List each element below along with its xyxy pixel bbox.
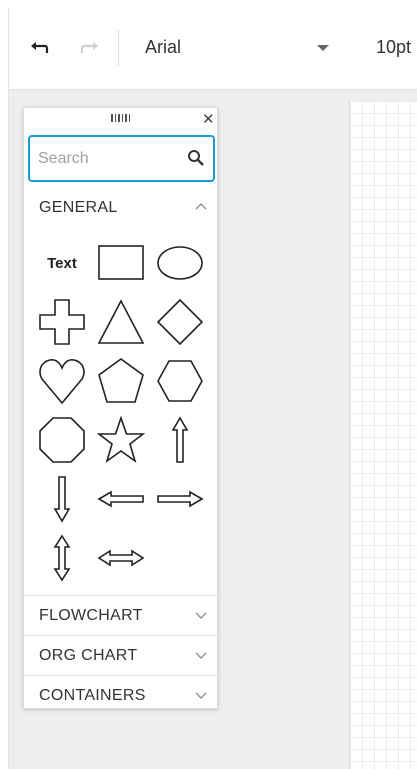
undo-icon [31,42,49,53]
ellipse-shape[interactable] [155,238,205,288]
section-flowchart[interactable]: FLOWCHART [24,595,217,635]
arrow-up-shape[interactable] [155,415,205,465]
search-input[interactable]: Search [28,135,215,182]
search-icon[interactable] [187,149,205,167]
rectangle-icon [98,245,144,280]
section-general[interactable]: GENERAL [24,188,217,228]
text-shape[interactable]: Text [37,238,87,288]
heart-shape[interactable] [37,356,87,406]
font-family-dropdown-icon[interactable] [317,45,329,51]
redo-icon [80,42,98,53]
font-size-select[interactable]: 10pt [376,37,411,58]
plus-icon [39,299,85,345]
close-icon[interactable]: ✕ [202,110,215,128]
section-general-label: GENERAL [39,199,118,216]
pentagon-shape[interactable] [96,356,146,406]
rectangle-shape[interactable] [96,238,146,288]
drag-handle-icon[interactable] [111,114,132,122]
section-org-chart[interactable]: ORG CHART [24,635,217,675]
app-frame: Arial 10pt ✕ Search GENERAL Text FLOWCHA… [8,8,417,769]
section-flowchart-label: FLOWCHART [39,607,143,624]
hexagon-icon [157,360,203,402]
arrow-up-down-shape[interactable] [37,533,87,583]
hexagon-shape[interactable] [155,356,205,406]
arrow-left-shape[interactable] [96,474,146,524]
star-shape[interactable] [96,415,146,465]
chevron-down-icon [195,652,207,659]
star-icon [97,416,145,463]
arrow-left-right-shape[interactable] [96,533,146,583]
chevron-up-icon [195,203,207,210]
toolbar-separator [118,30,119,66]
plus-shape[interactable] [37,297,87,347]
arrow-down-icon [53,476,71,523]
chevron-down-icon [195,692,207,699]
section-containers-label: CONTAINERS [39,687,146,704]
diamond-shape[interactable] [155,297,205,347]
search-placeholder: Search [38,150,89,167]
general-shapes-grid: Text [24,238,217,594]
octagon-icon [39,417,85,463]
heart-icon [39,359,85,405]
arrow-down-shape[interactable] [37,474,87,524]
section-org-chart-label: ORG CHART [39,647,138,664]
chevron-down-icon [195,612,207,619]
diamond-icon [156,298,204,346]
triangle-shape[interactable] [96,297,146,347]
section-containers[interactable]: CONTAINERS [24,675,217,715]
arrow-right-icon [157,490,204,508]
undo-button[interactable] [26,34,52,64]
font-family-select[interactable]: Arial [145,37,181,58]
arrow-left-right-icon [97,549,145,567]
octagon-shape[interactable] [37,415,87,465]
symbol-palette: ✕ Search GENERAL Text FLOWCHART ORG CHAR… [23,107,218,709]
arrow-up-icon [171,416,189,463]
pentagon-icon [98,358,144,403]
arrow-up-down-icon [53,534,71,582]
diagram-canvas[interactable] [349,101,417,769]
triangle-icon [97,299,145,344]
arrow-right-shape[interactable] [155,474,205,524]
ellipse-icon [157,246,203,280]
redo-button[interactable] [77,34,103,64]
toolbar: Arial 10pt [9,8,417,90]
arrow-left-icon [97,490,144,508]
